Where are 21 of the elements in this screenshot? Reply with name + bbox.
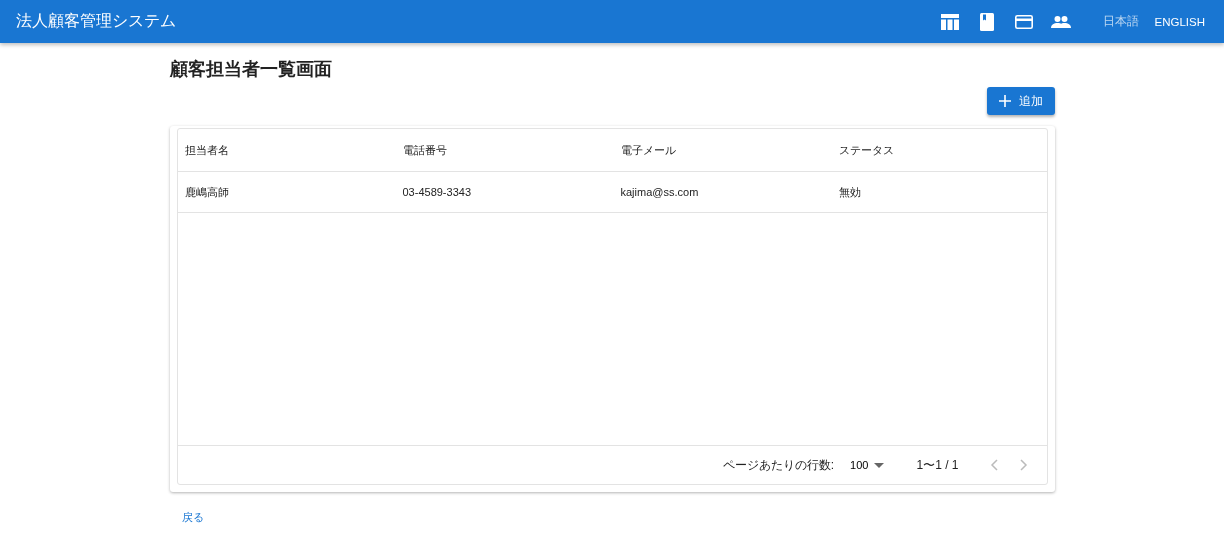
table-cell-text: 03-4589-3343: [402, 186, 472, 198]
language-button[interactable]: ENGLISH: [1149, 10, 1210, 33]
chevron-right-icon: [1019, 459, 1028, 471]
back-link[interactable]: 戻る: [181, 510, 204, 525]
rows-per-page-label: ページあたりの行数:: [722, 456, 835, 474]
column-header[interactable]: 電子メール: [620, 142, 839, 158]
column-header[interactable]: ステータス: [838, 142, 1047, 158]
page-range: 1〜1 / 1: [916, 456, 959, 474]
plus-icon: [998, 95, 1011, 107]
table-cell-text: kajima@ss.com: [620, 186, 700, 198]
table-row[interactable]: 鹿嶋高師 03-4589-3343 kajima@ss.com 無効: [177, 172, 1047, 213]
dropdown-arrow-icon: [874, 462, 885, 468]
app-title: 法人顧客管理システム: [16, 11, 177, 31]
rows-per-page-select[interactable]: 100: [844, 458, 891, 472]
column-header[interactable]: 担当者名: [184, 142, 403, 158]
page-title: 顧客担当者一覧画面: [169, 58, 333, 81]
table-cell-text: 無効: [838, 184, 862, 200]
chevron-left-icon: [989, 459, 998, 471]
table-cell-text: 鹿嶋高師: [184, 184, 230, 200]
column-header[interactable]: 電話番号: [402, 142, 621, 158]
add-button[interactable]: 追加: [986, 87, 1055, 115]
